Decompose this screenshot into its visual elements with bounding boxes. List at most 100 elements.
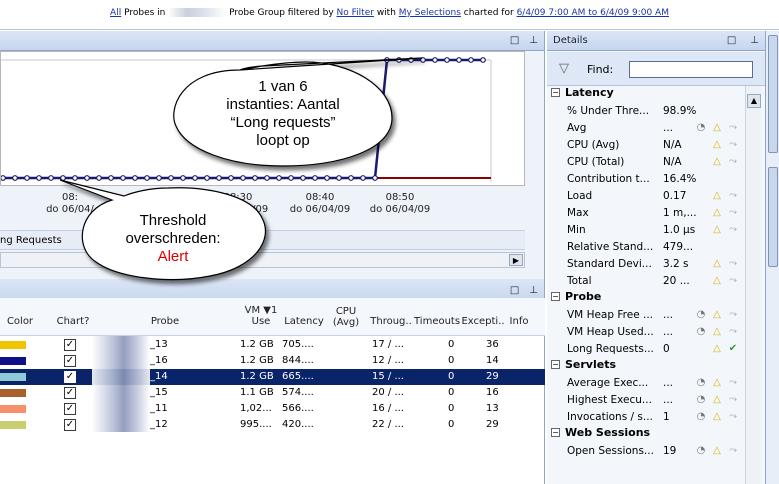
trend-icon[interactable]: ⤳ xyxy=(727,275,739,287)
gauge-icon[interactable]: ◔ xyxy=(695,309,707,321)
warning-icon[interactable]: △ xyxy=(711,343,723,355)
gauge-icon[interactable]: ◔ xyxy=(695,377,707,389)
warning-icon[interactable]: △ xyxy=(711,122,723,134)
details-row[interactable]: Open Sessions... 19 ◔ △ ⤳ xyxy=(567,443,745,460)
section-web-sessions[interactable]: − Web Sessions xyxy=(551,426,745,443)
section-latency[interactable]: − Latency xyxy=(551,86,745,103)
chart-checkbox[interactable]: ✓ xyxy=(64,371,76,383)
column-header-throughput[interactable]: Throug.. xyxy=(368,316,414,327)
details-row[interactable]: Average Exec...... ◔ △ ⤳ xyxy=(567,375,745,392)
collapse-icon[interactable]: − xyxy=(551,292,560,301)
details-row[interactable]: Avg... ◔ △ ⤳ xyxy=(567,120,745,137)
details-row[interactable]: VM Heap Used...... ◔ △ ⤳ xyxy=(567,324,745,341)
scroll-up-icon[interactable]: ▲ xyxy=(747,94,761,108)
section-probe[interactable]: − Probe xyxy=(551,290,745,307)
warning-icon[interactable]: △ xyxy=(711,156,723,168)
details-row[interactable]: Contribution t... 16.4% xyxy=(567,171,745,188)
chart-checkbox[interactable]: ✓ xyxy=(64,387,76,399)
trend-icon[interactable]: ⤳ xyxy=(727,122,739,134)
table-row[interactable]: ✓ _14 1.2 GB 665.... 15 / ... 0 29 xyxy=(0,369,545,385)
chart-checkbox[interactable]: ✓ xyxy=(64,355,76,367)
filter-funnel-icon[interactable]: ▽ xyxy=(559,61,569,76)
scroll-right-icon[interactable]: ▶ xyxy=(509,254,523,266)
trend-icon[interactable]: ⤳ xyxy=(727,445,739,457)
trend-icon[interactable]: ⤳ xyxy=(727,258,739,270)
trend-icon[interactable]: ⤳ xyxy=(727,309,739,321)
gauge-icon[interactable]: ◔ xyxy=(695,411,707,423)
pin-icon[interactable]: ⊥ xyxy=(529,285,538,296)
trend-icon[interactable]: ⤳ xyxy=(727,224,739,236)
column-header-exceptions[interactable]: Excepti.. xyxy=(460,316,506,327)
details-row[interactable]: Standard Devi... 3.2 s △ ⤳ xyxy=(567,256,745,273)
column-header-color[interactable]: Color xyxy=(0,316,40,327)
section-servlets[interactable]: − Servlets xyxy=(551,358,745,375)
details-row[interactable]: VM Heap Free ...... ◔ △ ⤳ xyxy=(567,307,745,324)
trend-icon[interactable]: ⤳ xyxy=(727,156,739,168)
warning-icon[interactable]: △ xyxy=(711,377,723,389)
table-row[interactable]: ✓ _16 1.2 GB 844.... 12 / ... 0 14 xyxy=(0,353,545,369)
pin-icon[interactable]: ⊥ xyxy=(529,35,538,46)
restore-icon[interactable]: □ xyxy=(727,35,736,46)
details-row[interactable]: Load 0.17 △ ⤳ xyxy=(567,188,745,205)
dock-tab-1[interactable] xyxy=(768,35,778,153)
warning-icon[interactable]: △ xyxy=(711,394,723,406)
trend-icon[interactable]: ⤳ xyxy=(727,190,739,202)
restore-icon[interactable]: □ xyxy=(510,285,519,296)
details-row[interactable]: CPU (Avg) N/A △ ⤳ xyxy=(567,137,745,154)
details-row[interactable]: Invocations / s... 1 ◔ △ ⤳ xyxy=(567,409,745,426)
warning-icon[interactable]: △ xyxy=(711,224,723,236)
collapse-icon[interactable]: − xyxy=(551,428,560,437)
details-row[interactable]: Long Requests... 0 △ ✔ xyxy=(567,341,745,358)
gauge-icon[interactable]: ◔ xyxy=(695,122,707,134)
warning-icon[interactable]: △ xyxy=(711,445,723,457)
warning-icon[interactable]: △ xyxy=(711,190,723,202)
warning-icon[interactable]: △ xyxy=(711,275,723,287)
gauge-icon[interactable]: ◔ xyxy=(695,445,707,457)
column-header-cpu-avg[interactable]: CPU (Avg) xyxy=(328,306,364,328)
trend-icon[interactable]: ⤳ xyxy=(727,326,739,338)
table-row[interactable]: ✓ _12 995.... 420.... 22 / ... 0 29 xyxy=(0,417,545,433)
trend-icon[interactable]: ⤳ xyxy=(727,207,739,219)
gauge-icon[interactable]: ◔ xyxy=(695,326,707,338)
trend-icon[interactable]: ⤳ xyxy=(727,139,739,151)
pin-icon[interactable]: ⊥ xyxy=(750,35,759,46)
table-row[interactable]: ✓ _13 1.2 GB 705.... 17 / ... 0 36 xyxy=(0,337,545,353)
trend-icon[interactable]: ⤳ xyxy=(727,377,739,389)
warning-icon[interactable]: △ xyxy=(711,326,723,338)
details-row[interactable]: CPU (Total) N/A △ ⤳ xyxy=(567,154,745,171)
details-row[interactable]: % Under Thre... 98.9% xyxy=(567,103,745,120)
warning-icon[interactable]: △ xyxy=(711,411,723,423)
my-selections-link[interactable]: My Selections xyxy=(399,8,461,18)
time-range-link[interactable]: 6/4/09 7:00 AM to 6/4/09 9:00 AM xyxy=(517,8,669,18)
warning-icon[interactable]: △ xyxy=(711,258,723,270)
details-row[interactable]: Highest Execu...... ◔ △ ⤳ xyxy=(567,392,745,409)
chart-checkbox[interactable]: ✓ xyxy=(64,419,76,431)
warning-icon[interactable]: △ xyxy=(711,207,723,219)
details-row[interactable]: Min 1.0 µs △ ⤳ xyxy=(567,222,745,239)
details-scrollbar[interactable]: ▲ xyxy=(745,86,761,484)
details-row[interactable]: Total 20 ... △ ⤳ xyxy=(567,273,745,290)
collapse-icon[interactable]: − xyxy=(551,360,560,369)
column-header-vm-use[interactable]: VM ▼1 Use xyxy=(240,305,282,327)
trend-icon[interactable]: ⤳ xyxy=(727,394,739,406)
warning-icon[interactable]: △ xyxy=(711,139,723,151)
trend-icon[interactable]: ⤳ xyxy=(727,411,739,423)
details-row[interactable]: Max 1 m,... △ ⤳ xyxy=(567,205,745,222)
collapse-icon[interactable]: − xyxy=(551,88,560,97)
warning-icon[interactable]: △ xyxy=(711,309,723,321)
table-row[interactable]: ✓ _11 1,02... 566.... 16 / ... 0 13 xyxy=(0,401,545,417)
dock-tab-2[interactable] xyxy=(768,167,778,267)
all-probes-link[interactable]: All xyxy=(110,8,121,18)
chart-checkbox[interactable]: ✓ xyxy=(64,339,76,351)
chart-horizontal-scrollbar[interactable]: ▶ xyxy=(0,252,525,268)
restore-icon[interactable]: □ xyxy=(510,35,519,46)
gauge-icon[interactable]: ◔ xyxy=(695,394,707,406)
find-input[interactable] xyxy=(629,61,753,78)
chart-checkbox[interactable]: ✓ xyxy=(64,403,76,415)
check-icon[interactable]: ✔ xyxy=(727,343,739,355)
column-header-info[interactable]: Info xyxy=(506,316,532,327)
table-row[interactable]: ✓ _15 1.1 GB 574.... 20 / ... 0 16 xyxy=(0,385,545,401)
column-header-timeouts[interactable]: Timeouts xyxy=(414,316,460,327)
no-filter-link[interactable]: No Filter xyxy=(337,8,374,18)
column-header-latency[interactable]: Latency xyxy=(282,316,326,327)
